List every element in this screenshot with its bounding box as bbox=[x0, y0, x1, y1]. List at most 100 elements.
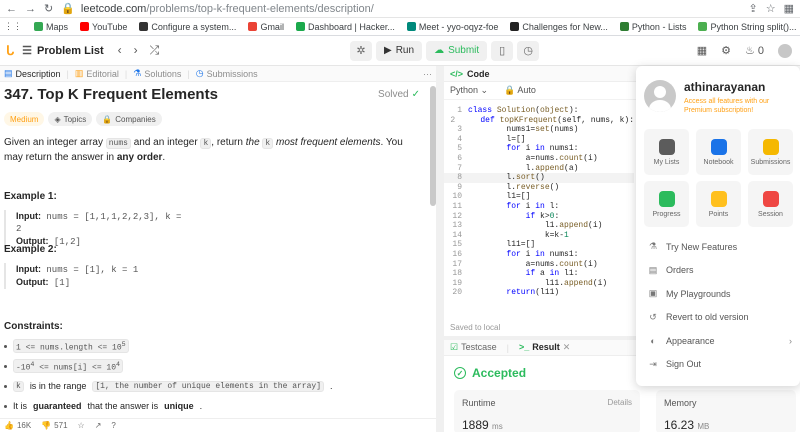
example-output: [1,2] bbox=[53, 237, 81, 247]
extensions-icon[interactable]: ▦ bbox=[784, 2, 794, 15]
memory-card[interactable]: Memory 16.23 MB bbox=[656, 390, 796, 432]
language-select[interactable]: Python ⌄ bbox=[450, 85, 488, 96]
runtime-label: Runtime bbox=[462, 398, 496, 408]
bookmark-item[interactable]: Gmail bbox=[248, 22, 284, 32]
topics-chip[interactable]: ◈ Topics bbox=[48, 112, 93, 126]
lock-icon: 🔒 bbox=[504, 85, 516, 95]
tab-editorial[interactable]: ▥ Editorial bbox=[75, 68, 119, 79]
tab-solutions[interactable]: ⚗ Solutions bbox=[133, 68, 181, 79]
bookmark-item[interactable]: YouTube bbox=[80, 22, 127, 32]
bookmark-item[interactable]: Meet - yyo-oqyz-foe bbox=[406, 22, 498, 32]
likes-count: 16K bbox=[16, 421, 32, 430]
close-icon[interactable]: ✕ bbox=[563, 342, 571, 353]
tile-progress[interactable]: Progress bbox=[644, 181, 689, 227]
tab-result-label: Result bbox=[532, 342, 560, 352]
next-problem-icon[interactable]: › bbox=[134, 43, 138, 58]
sign-out-icon: ⇥ bbox=[649, 358, 657, 369]
avatar[interactable] bbox=[778, 43, 792, 58]
bookmark-item[interactable]: Python - Lists bbox=[619, 22, 686, 32]
topics-label: Topics bbox=[63, 114, 87, 124]
like-button[interactable]: 👍 16K bbox=[4, 421, 31, 430]
run-button[interactable]: ▶ Run bbox=[376, 40, 423, 61]
difficulty-badge[interactable]: Medium bbox=[4, 112, 45, 126]
list-icon: ☰ bbox=[22, 45, 33, 57]
problem-list-button[interactable]: ☰ Problem List bbox=[22, 44, 104, 58]
timer-button[interactable]: ◷ bbox=[517, 40, 540, 61]
line-number: 1 bbox=[457, 106, 462, 115]
bookmark-item[interactable]: Configure a system... bbox=[139, 22, 236, 32]
points-counter[interactable]: ♨ 0 bbox=[745, 44, 764, 58]
desc-text: most frequent elements bbox=[276, 137, 381, 148]
code-line: 11 for i in l: bbox=[444, 202, 634, 212]
code-line: 2 def topKFrequent(self, nums, k): bbox=[444, 116, 634, 126]
quick-access-grid: My Lists Notebook Submissions Progress Point… bbox=[636, 115, 800, 227]
share-icon[interactable]: ↗ bbox=[95, 421, 102, 430]
bookmark-favicon-icon bbox=[510, 22, 520, 31]
settings-icon[interactable]: ⚙ bbox=[721, 44, 731, 57]
menu-item[interactable]: ▤ Orders bbox=[648, 259, 792, 283]
bookmark-item[interactable]: Challenges for New... bbox=[510, 22, 608, 32]
scrollbar-thumb[interactable] bbox=[430, 86, 436, 206]
history-icon: ◷ bbox=[195, 68, 204, 78]
constraint-item: k is in the range [1, the number of unique… bbox=[4, 376, 424, 396]
forward-icon[interactable]: → bbox=[25, 3, 36, 15]
star-icon[interactable]: ☆ bbox=[766, 2, 776, 15]
note-icon: ▯ bbox=[499, 45, 506, 57]
layout-icon[interactable]: ▦ bbox=[697, 44, 707, 57]
menu-item[interactable]: ⇥ Sign Out bbox=[648, 353, 792, 377]
menu-item[interactable]: ▣ My Playgrounds bbox=[648, 282, 792, 306]
constraint-item: 1 <= nums.length <= 105 bbox=[4, 336, 424, 356]
clock-icon: ◷ bbox=[523, 45, 533, 57]
appearance-icon: ◐ bbox=[650, 335, 656, 346]
url-field[interactable]: 🔒 leetcode.com/problems/top-k-frequent-e… bbox=[61, 2, 740, 16]
menu-item[interactable]: ↺ Revert to old version bbox=[648, 306, 792, 330]
code-line: 7 l.append(a) bbox=[444, 164, 634, 174]
tile-session[interactable]: Session bbox=[748, 181, 793, 227]
auto-mode-toggle[interactable]: 🔒 Auto bbox=[504, 85, 536, 96]
notes-button[interactable]: ▯ bbox=[491, 40, 514, 61]
reload-icon[interactable]: ↻ bbox=[44, 2, 53, 15]
tab-description[interactable]: ▤ Description bbox=[4, 68, 61, 79]
code-text: l11=[] bbox=[468, 240, 536, 250]
help-icon[interactable]: ? bbox=[111, 421, 115, 430]
tab-result[interactable]: >_ Result ✕ bbox=[519, 342, 570, 353]
dislike-button[interactable]: 👎 571 bbox=[41, 421, 67, 430]
bookmark-item[interactable]: Dashboard | Hacker... bbox=[295, 22, 395, 32]
code-line: 3 nums1=set(nums) bbox=[444, 125, 634, 135]
profile-header[interactable]: athinarayanan Access all features with o… bbox=[636, 66, 800, 115]
tab-submissions[interactable]: ◷ Submissions bbox=[196, 68, 258, 79]
description-scrollbar[interactable] bbox=[430, 84, 436, 404]
runtime-card[interactable]: Runtime Details 1889 ms bbox=[454, 390, 640, 432]
tag-icon: ◈ bbox=[54, 114, 61, 124]
tile-label: Session bbox=[758, 210, 783, 218]
tile-submissions[interactable]: Submissions bbox=[748, 129, 793, 175]
bookmark-item[interactable]: Python String split()... bbox=[698, 22, 797, 32]
leetcode-logo-icon[interactable]: ᒐ bbox=[6, 43, 14, 59]
bookmarks-bar: ⋮⋮ Maps YouTube Configure a system... Gmail D… bbox=[0, 18, 800, 36]
apps-icon[interactable]: ⋮⋮ bbox=[4, 21, 22, 32]
details-link[interactable]: Details bbox=[608, 398, 632, 407]
code-area[interactable]: 1 class Solution(object): 2 def topKFreque… bbox=[444, 106, 634, 298]
bookmark-item[interactable]: Maps bbox=[34, 22, 68, 32]
line-number: 4 bbox=[457, 134, 462, 144]
description-tabs: ▤ Description | ▥ Editorial | ⚗ Solutions |… bbox=[0, 66, 436, 82]
avatar bbox=[644, 80, 676, 112]
tile-my-lists[interactable]: My Lists bbox=[644, 129, 689, 175]
more-icon[interactable]: ··· bbox=[423, 69, 432, 79]
prev-problem-icon[interactable]: ‹ bbox=[118, 43, 122, 58]
tab-testcase[interactable]: ☑ Testcase bbox=[450, 342, 497, 353]
menu-item[interactable]: ⚗ Try New Features bbox=[648, 235, 792, 259]
debug-button[interactable]: ✲ bbox=[350, 40, 372, 61]
shuffle-icon[interactable]: ⤮ bbox=[150, 43, 160, 58]
premium-promo[interactable]: Access all features with our Premium sub… bbox=[684, 97, 784, 115]
menu-item[interactable]: ◐ Appearance › bbox=[648, 329, 792, 353]
tile-points[interactable]: Points bbox=[696, 181, 741, 227]
companies-chip[interactable]: 🔒 Companies bbox=[96, 112, 162, 126]
line-number: 5 bbox=[457, 144, 462, 154]
back-icon[interactable]: ← bbox=[6, 3, 17, 15]
code-line: 8 l.sort() bbox=[444, 173, 634, 183]
submit-button[interactable]: ☁ Submit bbox=[426, 40, 488, 61]
share-icon[interactable]: ⇪ bbox=[749, 2, 758, 15]
tile-notebook[interactable]: Notebook bbox=[696, 129, 741, 175]
favorite-star-icon[interactable]: ☆ bbox=[78, 421, 85, 430]
